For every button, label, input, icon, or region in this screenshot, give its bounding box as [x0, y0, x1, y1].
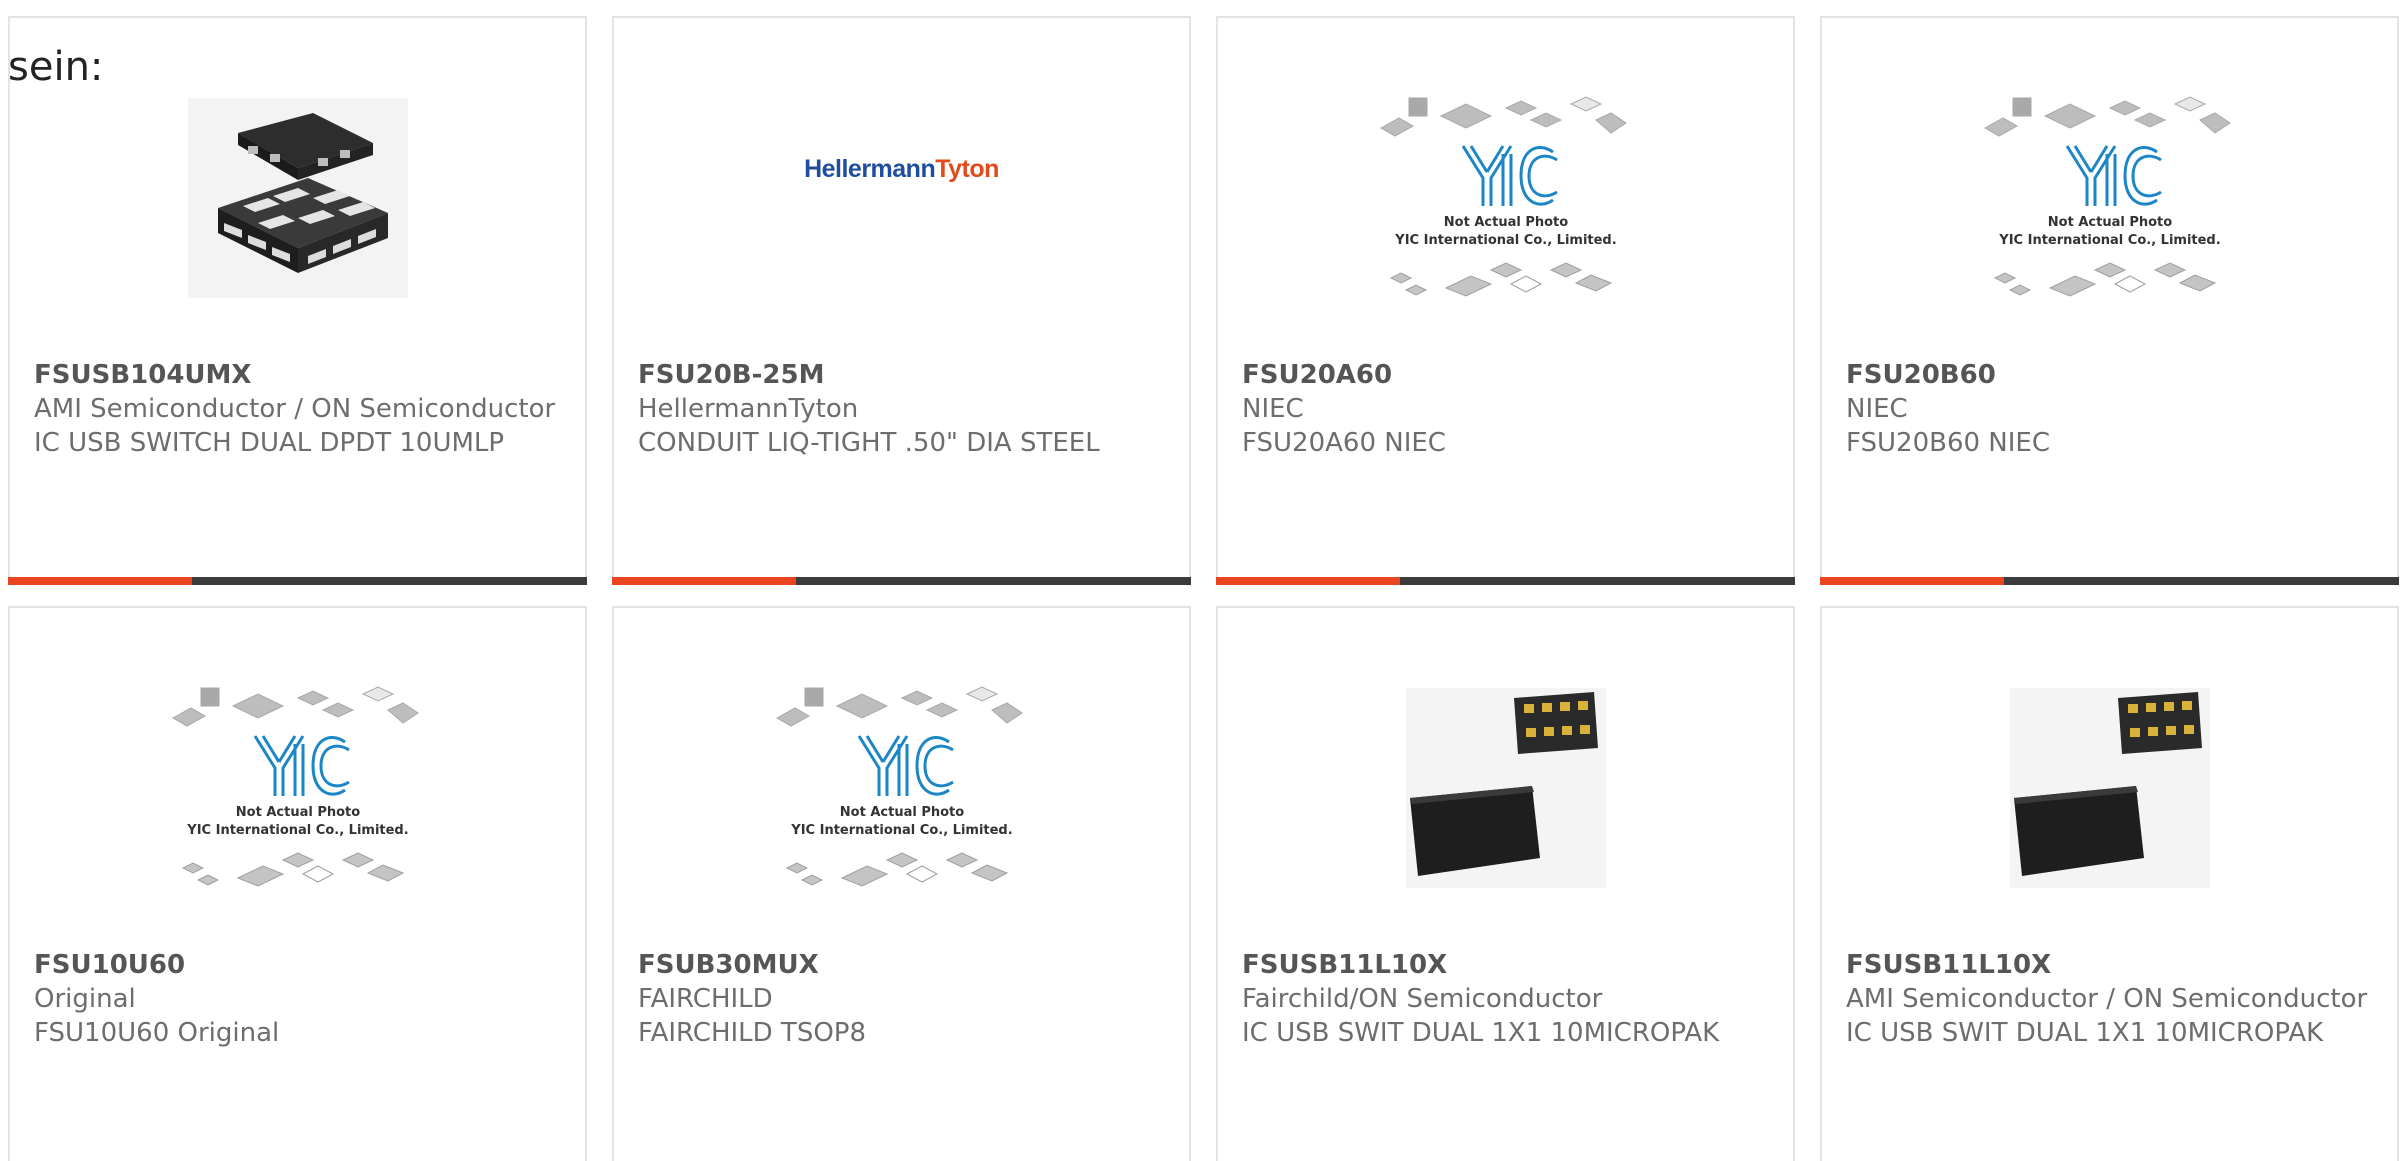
svg-text:Not Actual Photo: Not Actual Photo: [839, 805, 963, 820]
yic-placeholder-image: Not Actual Photo YIC International Co., …: [171, 686, 419, 887]
hellermanntyton-logo: HellermannTyton: [804, 154, 999, 183]
product-image[interactable]: Not Actual Photo YIC International Co., …: [614, 668, 1189, 908]
product-image[interactable]: [1822, 668, 2397, 908]
product-card[interactable]: FSUSB11L10X AMI Semiconductor / ON Semic…: [1820, 606, 2399, 1161]
card-accent-bar-fill: [612, 577, 796, 585]
card-accent-bar-fill: [1820, 577, 2004, 585]
product-text: FSUSB11L10X Fairchild/ON Semiconductor I…: [1242, 948, 1773, 1050]
description: FSU20B60 NIEC: [1846, 428, 2051, 458]
svg-text:YIC International Co., Limited: YIC International Co., Limited.: [186, 823, 408, 838]
product-text: FSU20B60 NIEC FSU20B60 NIEC: [1846, 358, 2377, 460]
svg-text:Not Actual Photo: Not Actual Photo: [2047, 215, 2171, 230]
product-image[interactable]: HellermannTyton: [614, 78, 1189, 318]
product-card[interactable]: Not Actual Photo YIC International Co., …: [1216, 16, 1795, 585]
manufacturer: AMI Semiconductor / ON Semiconductor: [1846, 984, 2368, 1014]
manufacturer: NIEC: [1846, 394, 1908, 424]
card-accent-bar: [612, 577, 1191, 585]
product-image[interactable]: Not Actual Photo YIC International Co., …: [10, 668, 585, 908]
micropak-chip-photo: [2009, 688, 2210, 888]
svg-text:YIC International Co., Limited: YIC International Co., Limited.: [1998, 233, 2220, 248]
product-card[interactable]: HellermannTyton FSU20B-25M HellermannTyt…: [612, 16, 1191, 585]
manufacturer: AMI Semiconductor / ON Semiconductor: [34, 394, 556, 424]
intro-text: sein:: [8, 44, 104, 90]
card-accent-bar-fill: [1216, 577, 1400, 585]
product-text: FSU20B-25M HellermannTyton CONDUIT LIQ-T…: [638, 358, 1169, 460]
svg-text:Not Actual Photo: Not Actual Photo: [1443, 215, 1567, 230]
description: FAIRCHILD TSOP8: [638, 1018, 867, 1048]
product-card[interactable]: Not Actual Photo YIC International Co., …: [8, 606, 587, 1161]
manufacturer: NIEC: [1242, 394, 1304, 424]
svg-text:YIC International Co., Limited: YIC International Co., Limited.: [790, 823, 1012, 838]
card-accent-bar-fill: [8, 577, 192, 585]
manufacturer: HellermannTyton: [638, 394, 859, 424]
part-number-link[interactable]: FSUSB11L10X: [1846, 948, 2377, 982]
product-text: FSU20A60 NIEC FSU20A60 NIEC: [1242, 358, 1773, 460]
product-text: FSUSB104UMX AMI Semiconductor / ON Semic…: [34, 358, 565, 460]
part-number-link[interactable]: FSU20B-25M: [638, 358, 1169, 392]
qfn-chip-photo: [187, 98, 408, 298]
description: FSU10U60 Original: [34, 1018, 280, 1048]
product-text: FSUSB11L10X AMI Semiconductor / ON Semic…: [1846, 948, 2377, 1050]
product-image[interactable]: Not Actual Photo YIC International Co., …: [1218, 78, 1793, 318]
product-image[interactable]: [10, 78, 585, 318]
description: IC USB SWITCH DUAL DPDT 10UMLP: [34, 428, 505, 458]
product-image[interactable]: [1218, 668, 1793, 908]
card-accent-bar: [1216, 577, 1795, 585]
product-grid-page: sein: FSUSB104UMX AMI Semiconductor / ON…: [0, 0, 2400, 1161]
yic-placeholder-image: Not Actual Photo YIC International Co., …: [1983, 96, 2231, 297]
product-card[interactable]: Not Actual Photo YIC International Co., …: [1820, 16, 2399, 585]
product-image[interactable]: Not Actual Photo YIC International Co., …: [1822, 78, 2397, 318]
product-text: FSU10U60 Original FSU10U60 Original: [34, 948, 565, 1050]
description: FSU20A60 NIEC: [1242, 428, 1446, 458]
description: CONDUIT LIQ-TIGHT .50" DIA STEEL: [638, 428, 1100, 458]
part-number-link[interactable]: FSU10U60: [34, 948, 565, 982]
part-number-link[interactable]: FSUB30MUX: [638, 948, 1169, 982]
manufacturer: Fairchild/ON Semiconductor: [1242, 984, 1603, 1014]
product-card[interactable]: Not Actual Photo YIC International Co., …: [612, 606, 1191, 1161]
product-text: FSUB30MUX FAIRCHILD FAIRCHILD TSOP8: [638, 948, 1169, 1050]
micropak-chip-photo: [1405, 688, 1606, 888]
part-number-link[interactable]: FSUSB104UMX: [34, 358, 565, 392]
yic-placeholder-image: Not Actual Photo YIC International Co., …: [775, 686, 1023, 887]
product-card[interactable]: FSUSB11L10X Fairchild/ON Semiconductor I…: [1216, 606, 1795, 1161]
manufacturer: FAIRCHILD: [638, 984, 773, 1014]
description: IC USB SWIT DUAL 1X1 10MICROPAK: [1242, 1018, 1720, 1048]
part-number-link[interactable]: FSU20A60: [1242, 358, 1773, 392]
card-accent-bar: [8, 577, 587, 585]
card-accent-bar: [1820, 577, 2399, 585]
description: IC USB SWIT DUAL 1X1 10MICROPAK: [1846, 1018, 2324, 1048]
manufacturer: Original: [34, 984, 136, 1014]
part-number-link[interactable]: FSUSB11L10X: [1242, 948, 1773, 982]
svg-text:YIC International Co., Limited: YIC International Co., Limited.: [1394, 233, 1616, 248]
svg-text:Not Actual Photo: Not Actual Photo: [235, 805, 359, 820]
yic-placeholder-image: Not Actual Photo YIC International Co., …: [1379, 96, 1627, 297]
product-card[interactable]: FSUSB104UMX AMI Semiconductor / ON Semic…: [8, 16, 587, 585]
part-number-link[interactable]: FSU20B60: [1846, 358, 2377, 392]
